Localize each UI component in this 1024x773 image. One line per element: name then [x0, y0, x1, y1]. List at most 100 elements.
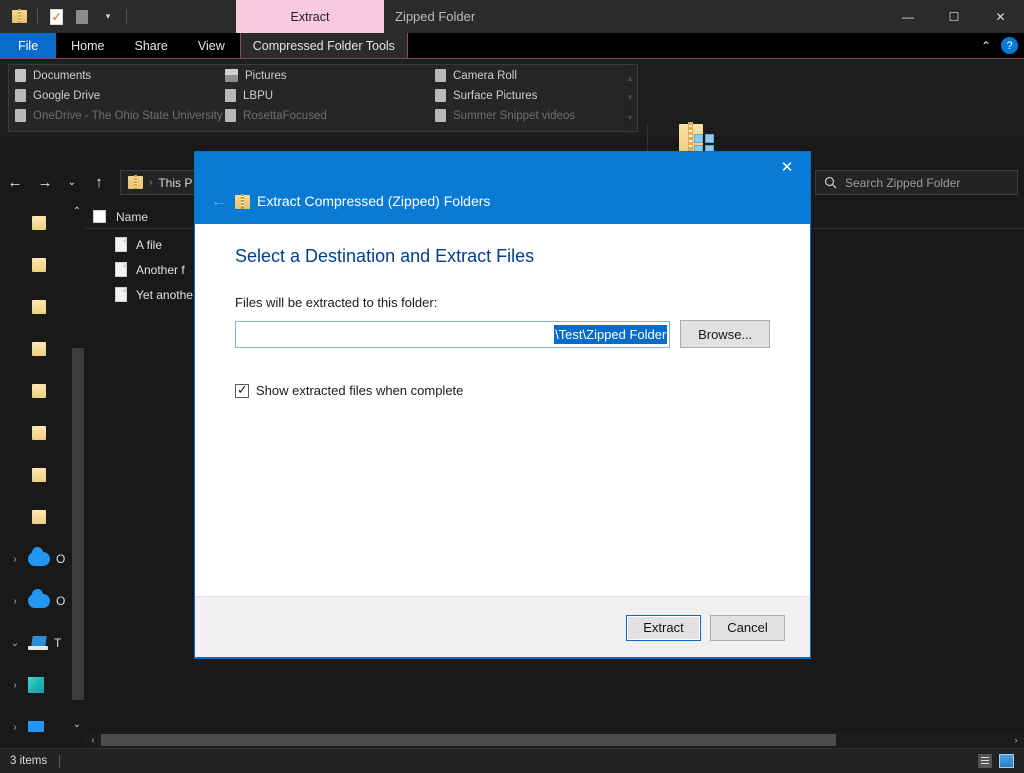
chevron-right-icon[interactable]: › — [8, 722, 22, 733]
contextual-tab-group-label: Extract — [290, 9, 330, 24]
document-icon — [115, 262, 127, 277]
scroll-left-icon[interactable]: ‹ — [85, 735, 101, 745]
tab-file[interactable]: File — [0, 33, 57, 58]
desktop-icon — [28, 720, 44, 732]
zip-folder-icon[interactable] — [8, 6, 30, 28]
destination-path-selected-text: \Test\Zipped Folder — [554, 324, 668, 344]
file-name-label: Yet anothe — [136, 287, 193, 302]
horizontal-scrollbar[interactable]: ‹ › — [85, 732, 1024, 748]
search-icon — [824, 176, 837, 189]
gallery-item-label: Google Drive — [33, 89, 101, 102]
sidebar-item-quick-2[interactable] — [0, 244, 85, 286]
gallery-item-google-drive[interactable]: Google Drive — [15, 89, 225, 102]
onedrive-cloud-icon — [28, 547, 50, 566]
gallery-item-surface-pictures[interactable]: Surface Pictures — [435, 89, 637, 102]
sidebar-item-label: O — [56, 552, 66, 566]
extract-button[interactable]: Extract — [626, 614, 701, 641]
gallery-item-label: OneDrive - The Ohio State University — [33, 109, 223, 122]
gallery-item-label: LBPU — [243, 89, 274, 102]
folder-icon — [435, 109, 446, 122]
maximize-button[interactable]: ☐ — [931, 0, 977, 33]
divider — [59, 754, 61, 768]
file-explorer-window: ▾ Extract Zipped Folder — ☐ ✕ File Home … — [0, 0, 1024, 773]
gallery-item-rosettafocused[interactable]: RosettaFocused — [225, 109, 435, 122]
tab-view[interactable]: View — [183, 33, 240, 58]
show-extracted-checkbox[interactable] — [235, 382, 249, 398]
gallery-item-summer-snippet-videos[interactable]: Summer Snippet videos — [435, 109, 637, 122]
scroll-right-icon[interactable]: › — [1008, 735, 1024, 745]
help-question-icon[interactable]: ? — [1001, 37, 1018, 54]
customize-chevron-icon[interactable]: ▾ — [97, 6, 119, 28]
quick-access-toolbar: ▾ — [0, 0, 130, 33]
dialog-accent-line — [195, 657, 810, 659]
gallery-item-label: Summer Snippet videos — [453, 109, 576, 122]
column-header-label: Name — [116, 209, 149, 224]
gallery-item-label: Documents — [33, 69, 92, 82]
zip-folder-icon — [128, 175, 143, 190]
tab-share[interactable]: Share — [120, 33, 183, 58]
scrollbar-thumb[interactable] — [101, 734, 836, 746]
properties-icon[interactable] — [45, 6, 67, 28]
destination-path-input[interactable]: \Test\Zipped Folder — [235, 320, 671, 348]
gallery-item-pictures[interactable]: Pictures — [225, 69, 435, 82]
search-box[interactable]: Search Zipped Folder — [815, 170, 1018, 195]
tab-compressed-folder-tools[interactable]: Compressed Folder Tools — [239, 33, 408, 58]
item-count-label: 3 items — [10, 755, 48, 767]
tab-home[interactable]: Home — [56, 33, 119, 58]
gallery-scrollbar[interactable]: ▲ ▼ ▾ — [623, 65, 637, 131]
sidebar-scroll-down-icon[interactable]: ⌄ — [73, 719, 81, 730]
folder-icon — [32, 426, 46, 440]
sidebar-scroll-up-icon[interactable]: ⌃ — [73, 206, 81, 217]
gallery-item-label: Pictures — [245, 69, 287, 82]
extract-to-gallery[interactable]: Documents Pictures Camera Roll Google Dr… — [8, 64, 638, 132]
gallery-item-documents[interactable]: Documents — [15, 69, 225, 82]
chevron-right-icon[interactable]: › — [8, 596, 22, 607]
file-name-label: Another f — [136, 262, 185, 277]
sidebar-item-quick-3[interactable] — [0, 286, 85, 328]
ribbon-right-controls: ⌃ ? — [981, 33, 1018, 58]
gallery-scroll-down-icon[interactable]: ▼ — [626, 93, 634, 102]
show-extracted-checkbox-row[interactable]: Show extracted files when complete — [235, 382, 770, 398]
title-bar: ▾ Extract Zipped Folder — ☐ ✕ — [0, 0, 1024, 33]
minimize-button[interactable]: — — [885, 0, 931, 33]
large-icons-view-icon[interactable] — [999, 754, 1014, 768]
close-button[interactable]: ✕ — [977, 0, 1024, 33]
cancel-button[interactable]: Cancel — [710, 614, 785, 641]
folder-icon — [435, 89, 446, 102]
window-title: Zipped Folder — [395, 9, 476, 24]
chevron-down-icon[interactable]: ⌄ — [8, 638, 22, 649]
back-button[interactable]: ← — [0, 168, 30, 198]
forward-button[interactable]: → — [30, 168, 60, 198]
gallery-more-icon[interactable]: ▾ — [628, 113, 632, 122]
details-view-icon[interactable] — [978, 754, 992, 768]
gallery-item-lbpu[interactable]: LBPU — [225, 89, 435, 102]
recent-locations-button[interactable]: ⌄ — [60, 168, 84, 198]
navigation-pane: ⌃ › O › O ⌄ T › › ⌄ — [0, 202, 85, 732]
folder-icon — [15, 89, 26, 102]
search-placeholder: Search Zipped Folder — [845, 175, 961, 190]
folder-icon — [225, 109, 236, 122]
folder-icon — [32, 384, 46, 398]
dialog-close-button[interactable]: ✕ — [764, 152, 810, 182]
gallery-item-label: Surface Pictures — [453, 89, 538, 102]
chevron-right-icon[interactable]: › — [8, 554, 22, 565]
gallery-item-onedrive-osu[interactable]: OneDrive - The Ohio State University — [15, 109, 225, 122]
folder-icon — [32, 468, 46, 482]
select-all-checkbox[interactable] — [93, 210, 106, 223]
chevron-right-icon[interactable]: › — [8, 680, 22, 691]
gallery-scroll-up-icon[interactable]: ▲ — [626, 74, 634, 83]
up-button[interactable]: ↑ — [84, 168, 114, 198]
folder-icon — [15, 69, 26, 82]
sidebar-scrollbar[interactable] — [72, 348, 84, 700]
sidebar-item-label: O — [56, 594, 66, 608]
new-folder-icon[interactable] — [71, 6, 93, 28]
folder-icon — [32, 510, 46, 524]
3d-objects-icon — [28, 677, 44, 693]
folder-icon — [32, 258, 46, 272]
contextual-tab-group-extract: Extract — [236, 0, 384, 33]
browse-button[interactable]: Browse... — [680, 320, 770, 348]
breadcrumb[interactable]: This P — [158, 176, 192, 190]
gallery-item-camera-roll[interactable]: Camera Roll — [435, 69, 637, 82]
chevron-up-icon[interactable]: ⌃ — [981, 39, 991, 53]
back-arrow-icon[interactable]: ← — [205, 190, 233, 214]
